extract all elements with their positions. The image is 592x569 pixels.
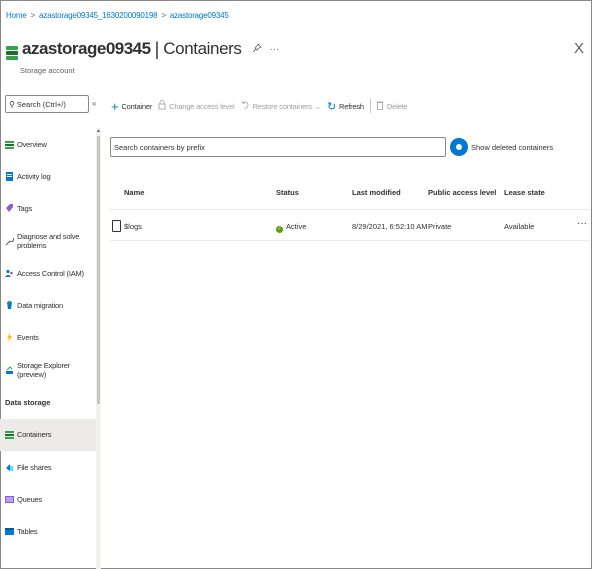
title-separator: | bbox=[154, 38, 160, 59]
column-header-access-level[interactable]: Public access level bbox=[428, 188, 496, 197]
refresh-label: Refresh bbox=[339, 101, 364, 111]
breadcrumb-deployment[interactable]: azastorage09345_1630200090198 bbox=[39, 11, 158, 20]
breadcrumb: Home > azastorage09345_1630200090198 > a… bbox=[6, 9, 229, 21]
sidebar-item-activity-log[interactable]: Activity log bbox=[0, 160, 96, 192]
collapse-sidebar-button[interactable]: « bbox=[92, 99, 96, 108]
column-header-status[interactable]: Status bbox=[276, 188, 299, 197]
containers-icon bbox=[5, 430, 14, 440]
close-icon[interactable]: X bbox=[574, 40, 584, 57]
status-text: Active bbox=[286, 222, 307, 231]
sidebar-section-title: Data storage bbox=[5, 398, 51, 408]
delete-label: Delete bbox=[386, 101, 408, 111]
row-checkbox[interactable] bbox=[112, 220, 121, 232]
breadcrumb-resource[interactable]: azastorage09345 bbox=[170, 11, 229, 20]
sidebar-item-events[interactable]: Events bbox=[0, 322, 96, 354]
plus-icon: + bbox=[111, 98, 119, 114]
overview-icon bbox=[5, 140, 14, 149]
sidebar-item-label: Access Control (IAM) bbox=[17, 268, 84, 278]
table-row[interactable]: $logs ✓ Active 8/29/2021, 6:52:10 AM Priv… bbox=[110, 211, 590, 241]
people-icon bbox=[5, 269, 14, 278]
main-content: + Container Change access level Restore … bbox=[101, 90, 591, 568]
sidebar-item-data-migration[interactable]: Data migration bbox=[0, 289, 96, 321]
toolbar-divider bbox=[369, 99, 371, 113]
sidebar-item-overview[interactable]: Overview bbox=[0, 128, 96, 160]
sidebar-item-label: Events bbox=[17, 333, 39, 343]
data-migration-icon bbox=[5, 301, 14, 310]
storage-account-icon bbox=[6, 46, 18, 60]
refresh-button[interactable]: ↻ Refresh bbox=[327, 100, 364, 113]
lock-icon bbox=[158, 99, 166, 113]
sidebar-item-label: Storage Explorer (preview) bbox=[17, 361, 71, 380]
table-header: Name Status Last modified Public access … bbox=[110, 180, 590, 210]
wrench-icon bbox=[5, 237, 14, 246]
sidebar-item-label: Containers bbox=[17, 430, 52, 440]
sidebar-item-label: Diagnose and solve problems bbox=[17, 232, 80, 251]
breadcrumb-separator: > bbox=[161, 10, 166, 20]
sidebar-search-input[interactable]: ⚲ Search (Ctrl+/) bbox=[5, 95, 89, 113]
sidebar-nav: Overview Activity log Tags Diagnose and … bbox=[0, 128, 96, 548]
command-bar: + Container Change access level Restore … bbox=[111, 98, 413, 114]
change-access-level-button[interactable]: Change access level bbox=[158, 99, 235, 113]
queues-icon bbox=[5, 495, 14, 504]
search-icon: ⚲ bbox=[9, 99, 15, 109]
prefix-search-placeholder: Search containers by prefix bbox=[114, 142, 205, 152]
container-name-link[interactable]: $logs bbox=[124, 222, 142, 231]
page-header: azastorage09345 | Containers ··· bbox=[6, 36, 280, 62]
sidebar-item-storage-explorer[interactable]: Storage Explorer (preview) bbox=[0, 354, 96, 386]
sidebar: ⚲ Search (Ctrl+/) « Overview Activity lo… bbox=[0, 90, 101, 569]
pin-icon[interactable] bbox=[252, 42, 262, 56]
refresh-icon: ↻ bbox=[327, 100, 337, 113]
breadcrumb-home[interactable]: Home bbox=[6, 11, 27, 20]
scrollbar-thumb[interactable] bbox=[97, 136, 100, 404]
container-prefix-search-input[interactable]: Search containers by prefix bbox=[110, 137, 446, 157]
sidebar-item-file-shares[interactable]: File shares bbox=[0, 451, 96, 483]
column-header-last-modified[interactable]: Last modified bbox=[352, 188, 401, 197]
status-cell: ✓ Active bbox=[276, 222, 306, 233]
add-container-label: Container bbox=[121, 101, 153, 111]
sidebar-item-label: Overview bbox=[17, 139, 47, 149]
undo-icon bbox=[241, 100, 250, 113]
column-header-name[interactable]: Name bbox=[124, 188, 144, 197]
row-more-actions-icon[interactable]: ··· bbox=[577, 218, 587, 229]
tables-icon bbox=[5, 527, 14, 536]
activity-log-icon bbox=[5, 171, 14, 181]
lease-state-cell: Available bbox=[504, 222, 535, 231]
sidebar-item-iam[interactable]: Access Control (IAM) bbox=[0, 257, 96, 289]
sidebar-item-label: Queues bbox=[17, 494, 43, 504]
show-deleted-label: Show deleted containers bbox=[471, 143, 554, 152]
resource-name: azastorage09345 bbox=[22, 39, 151, 58]
column-header-lease-state[interactable]: Lease state bbox=[504, 188, 545, 197]
delete-button[interactable]: Delete bbox=[376, 100, 408, 113]
sidebar-item-tables[interactable]: Tables bbox=[0, 516, 96, 548]
trash-icon bbox=[376, 100, 384, 113]
resource-type: Storage account bbox=[20, 66, 75, 75]
page-title: Containers bbox=[163, 39, 242, 58]
sidebar-item-containers[interactable]: Containers bbox=[0, 418, 96, 451]
change-access-level-label: Change access level bbox=[169, 101, 235, 111]
storage-explorer-icon bbox=[5, 366, 14, 375]
sidebar-item-label: Activity log bbox=[17, 171, 51, 181]
sidebar-item-tags[interactable]: Tags bbox=[0, 193, 96, 225]
file-shares-icon bbox=[5, 463, 14, 472]
show-deleted-toggle[interactable] bbox=[450, 138, 468, 156]
add-container-button[interactable]: + Container bbox=[111, 99, 152, 114]
sidebar-item-diagnose[interactable]: Diagnose and solve problems bbox=[0, 225, 96, 257]
sidebar-item-label: Data migration bbox=[17, 301, 63, 311]
sidebar-item-label: File shares bbox=[17, 462, 52, 472]
last-modified-cell: 8/29/2021, 6:52:10 AM bbox=[352, 222, 428, 231]
ellipsis-icon[interactable]: ··· bbox=[270, 44, 280, 55]
lightning-icon bbox=[5, 333, 14, 343]
restore-containers-label: Restore containers bbox=[252, 101, 313, 111]
breadcrumb-separator: > bbox=[30, 10, 36, 20]
access-level-cell: Private bbox=[428, 222, 452, 231]
sidebar-item-label: Tables bbox=[17, 527, 38, 537]
tag-icon bbox=[5, 204, 14, 213]
sidebar-item-label: Tags bbox=[17, 204, 33, 214]
sidebar-search-placeholder: Search (Ctrl+/) bbox=[16, 99, 66, 109]
restore-containers-button[interactable]: Restore containers ⌄ bbox=[241, 100, 321, 113]
sidebar-item-queues[interactable]: Queues bbox=[0, 483, 96, 515]
checkmark-icon: ✓ bbox=[276, 226, 283, 233]
chevron-down-icon: ⌄ bbox=[314, 101, 322, 111]
